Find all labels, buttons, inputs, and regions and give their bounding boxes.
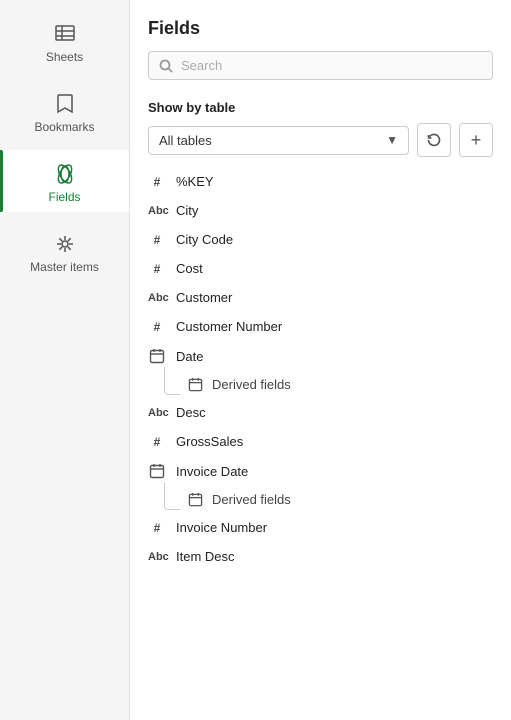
field-name: %KEY bbox=[176, 174, 493, 189]
list-item[interactable]: # Cost bbox=[130, 254, 511, 283]
fields-list: # %KEY Abc City # City Code # Cost Abc C… bbox=[130, 163, 511, 720]
derived-date-icon bbox=[186, 492, 204, 507]
abc-icon: Abc bbox=[148, 551, 166, 563]
table-dropdown-value: All tables bbox=[159, 133, 212, 148]
show-by-label: Show by table bbox=[148, 100, 493, 115]
sidebar-item-fields-label: Fields bbox=[48, 190, 80, 204]
list-item[interactable]: Abc Customer bbox=[130, 283, 511, 312]
field-name: Invoice Number bbox=[176, 520, 493, 535]
list-item[interactable]: Derived fields bbox=[186, 371, 511, 398]
sidebar-item-sheets-label: Sheets bbox=[46, 50, 83, 64]
table-dropdown[interactable]: All tables ▼ bbox=[148, 126, 409, 155]
hash-icon: # bbox=[148, 320, 166, 334]
panel-header: Fields bbox=[130, 0, 511, 90]
sidebar-item-bookmarks-label: Bookmarks bbox=[34, 120, 94, 134]
list-item[interactable]: Abc Item Desc bbox=[130, 542, 511, 571]
hash-icon: # bbox=[148, 435, 166, 449]
field-name: Invoice Date bbox=[176, 464, 493, 479]
fields-panel: Fields Show by table All tables ▼ + bbox=[130, 0, 511, 720]
field-name: Customer Number bbox=[176, 319, 493, 334]
derived-fields-label: Derived fields bbox=[212, 492, 291, 507]
field-name: Desc bbox=[176, 405, 493, 420]
search-input[interactable] bbox=[181, 58, 482, 73]
field-name: Date bbox=[176, 349, 493, 364]
add-button[interactable]: + bbox=[459, 123, 493, 157]
sheets-icon bbox=[53, 22, 77, 46]
date-icon bbox=[148, 463, 166, 479]
hash-icon: # bbox=[148, 175, 166, 189]
plus-icon: + bbox=[471, 130, 482, 151]
derived-fields-label: Derived fields bbox=[212, 377, 291, 392]
sidebar: Sheets Bookmarks Fields bbox=[0, 0, 130, 720]
hash-icon: # bbox=[148, 262, 166, 276]
hash-icon: # bbox=[148, 233, 166, 247]
bookmarks-icon bbox=[54, 92, 76, 116]
list-item[interactable]: Derived fields bbox=[186, 486, 511, 513]
derived-group-date: Derived fields bbox=[130, 371, 511, 398]
sidebar-item-master-items-label: Master items bbox=[30, 260, 99, 274]
field-name: GrossSales bbox=[176, 434, 493, 449]
search-icon bbox=[159, 59, 173, 73]
field-name: Customer bbox=[176, 290, 493, 305]
abc-icon: Abc bbox=[148, 292, 166, 304]
sidebar-item-master-items[interactable]: Master items bbox=[0, 220, 129, 282]
list-item[interactable]: Abc City bbox=[130, 196, 511, 225]
list-item[interactable]: # Invoice Number bbox=[130, 513, 511, 542]
field-name: Cost bbox=[176, 261, 493, 276]
reset-icon bbox=[426, 132, 442, 148]
chevron-down-icon: ▼ bbox=[386, 133, 398, 147]
list-item[interactable]: Date bbox=[130, 341, 511, 371]
table-filter-row: All tables ▼ + bbox=[148, 123, 493, 157]
search-box bbox=[148, 51, 493, 80]
page-title: Fields bbox=[148, 18, 493, 39]
hash-icon: # bbox=[148, 521, 166, 535]
field-name: Item Desc bbox=[176, 549, 493, 564]
field-name: City bbox=[176, 203, 493, 218]
sidebar-item-bookmarks[interactable]: Bookmarks bbox=[0, 80, 129, 142]
list-item[interactable]: Abc Desc bbox=[130, 398, 511, 427]
abc-icon: Abc bbox=[148, 205, 166, 217]
list-item[interactable]: # Customer Number bbox=[130, 312, 511, 341]
sidebar-item-fields[interactable]: Fields bbox=[0, 150, 129, 212]
list-item[interactable]: # City Code bbox=[130, 225, 511, 254]
derived-group-invoice-date: Derived fields bbox=[130, 486, 511, 513]
abc-icon: Abc bbox=[148, 407, 166, 419]
show-by-table-section: Show by table All tables ▼ + bbox=[130, 90, 511, 163]
connector-line bbox=[164, 367, 180, 395]
list-item[interactable]: # GrossSales bbox=[130, 427, 511, 456]
list-item[interactable]: Invoice Date bbox=[130, 456, 511, 486]
derived-date-icon bbox=[186, 377, 204, 392]
list-item[interactable]: # %KEY bbox=[130, 167, 511, 196]
fields-icon bbox=[53, 162, 77, 186]
field-name: City Code bbox=[176, 232, 493, 247]
connector-line bbox=[164, 482, 180, 510]
sidebar-item-sheets[interactable]: Sheets bbox=[0, 10, 129, 72]
master-items-icon bbox=[53, 232, 77, 256]
reset-button[interactable] bbox=[417, 123, 451, 157]
date-icon bbox=[148, 348, 166, 364]
